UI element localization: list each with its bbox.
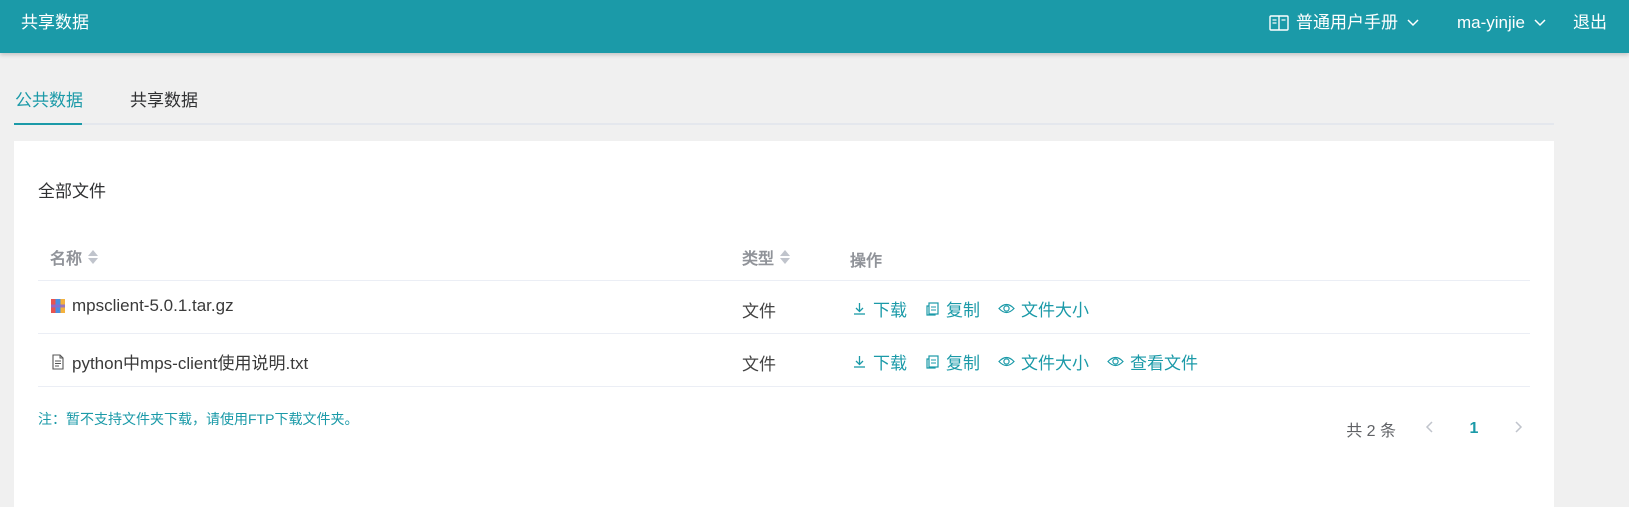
column-header-name[interactable]: 名称 [50,245,99,269]
tabs-bar: 公共数据 共享数据 [14,80,1554,125]
eye-icon [1107,356,1124,367]
chevron-down-icon [1534,19,1546,27]
file-type: 文件 [742,355,776,374]
logout-button[interactable]: 退出 [1573,13,1607,33]
next-page-button[interactable] [1506,420,1530,439]
user-dropdown[interactable]: ma-yinjie [1457,13,1547,33]
copy-label: 复制 [946,354,980,373]
file-name-cell: mpsclient-5.0.1.tar.gz [50,296,234,316]
file-size-label: 文件大小 [1021,301,1089,320]
copy-button[interactable]: 复制 [925,349,980,374]
chevron-left-icon [1425,420,1433,433]
eye-icon [998,356,1015,367]
user-manual-label: 普通用户手册 [1295,13,1398,32]
table-header: 名称 类型 操作 [38,221,1530,281]
copy-icon [926,355,939,369]
column-header-name-label: 名称 [50,251,83,268]
sort-icon[interactable] [780,250,791,264]
copy-label: 复制 [946,301,980,320]
file-name: python中mps-client使用说明.txt [72,354,309,373]
book-icon [1269,15,1289,31]
file-size-button[interactable]: 文件大小 [998,349,1089,374]
section-title: 全部文件 [38,182,106,201]
file-name-cell: python中mps-client使用说明.txt [50,349,308,374]
tabs-divider [14,123,1554,125]
copy-button[interactable]: 复制 [925,296,980,321]
page-title: 共享数据 [21,13,89,32]
file-name: mpsclient-5.0.1.tar.gz [72,296,234,315]
tab-shared-data[interactable]: 共享数据 [130,91,198,111]
download-icon [854,356,865,368]
pagination: 共 2 条 1 [1346,417,1530,441]
chevron-down-icon [1407,19,1419,27]
top-bar: 共享数据 普通用户手册 ma-yinjie 退出 [0,0,1629,53]
view-file-button[interactable]: 查看文件 [1107,349,1198,374]
tab-active-indicator [14,123,82,125]
column-header-ops: 操作 [850,253,883,270]
header-actions: 普通用户手册 ma-yinjie 退出 [1269,13,1629,33]
row-actions: 下载 复制 文件大小 [852,349,1216,374]
download-button[interactable]: 下载 [852,296,907,321]
chevron-right-icon [1515,420,1523,433]
row-actions: 下载 复制 文件大小 [852,296,1107,321]
eye-icon [998,303,1015,314]
sort-icon[interactable] [88,250,99,264]
user-manual-dropdown[interactable]: 普通用户手册 [1269,13,1427,33]
page-number[interactable]: 1 [1450,420,1498,438]
table-row: python中mps-client使用说明.txt 文件 下载 复制 文件大小 … [38,334,1530,387]
table-row: mpsclient-5.0.1.tar.gz 文件 下载 复制 文件大小 [38,281,1530,334]
file-size-label: 文件大小 [1021,354,1089,373]
view-file-label: 查看文件 [1130,354,1198,373]
username: ma-yinjie [1456,13,1525,32]
column-header-type-label: 类型 [742,251,775,268]
download-button[interactable]: 下载 [852,349,907,374]
prev-page-button[interactable] [1418,420,1442,439]
tab-public-data[interactable]: 公共数据 [15,91,83,111]
ftp-note: 注：暂不支持文件夹下载，请使用FTP下载文件夹。 [38,411,359,427]
column-header-type[interactable]: 类型 [742,245,791,269]
file-type: 文件 [742,302,776,321]
download-label: 下载 [873,301,907,320]
copy-icon [926,302,939,316]
download-icon [854,303,865,315]
text-file-icon [52,353,64,370]
download-label: 下载 [873,354,907,373]
pagination-total: 共 2 条 [1346,423,1396,440]
files-panel: 全部文件 名称 类型 操作 mpsclient-5.0.1.tar.gz 文件 [14,141,1554,507]
file-size-button[interactable]: 文件大小 [998,296,1089,321]
archive-icon [51,299,65,313]
